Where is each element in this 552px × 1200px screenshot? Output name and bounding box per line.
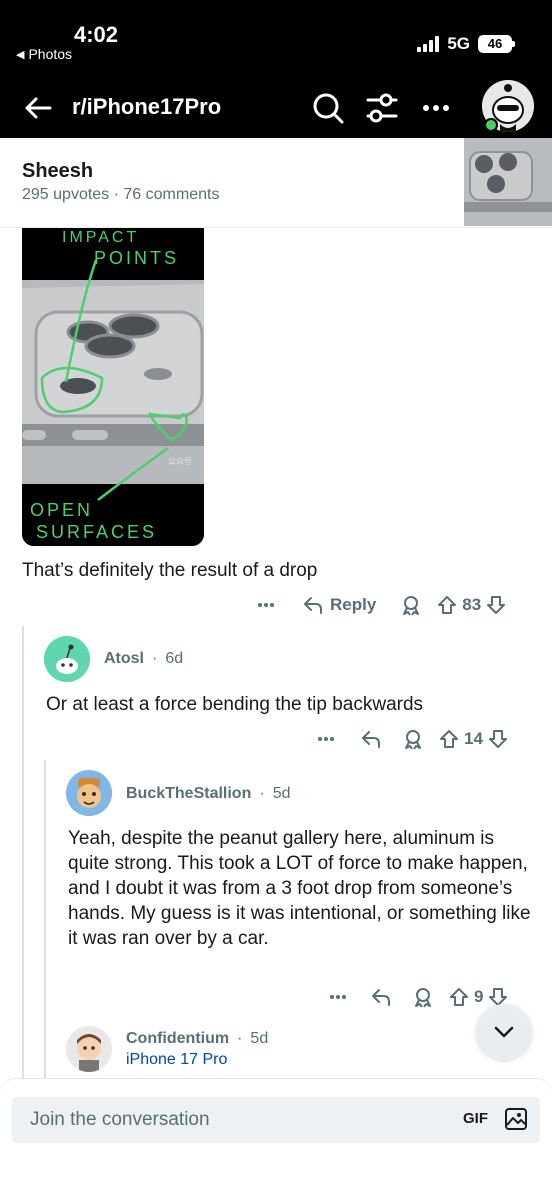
comment-age: 6d	[165, 650, 184, 667]
composer-bar: Join the conversation GIF	[0, 1078, 552, 1200]
commenter-avatar[interactable]	[66, 1026, 112, 1072]
network-type: 5G	[447, 34, 470, 53]
battery-icon: 46	[478, 35, 515, 53]
top-bar: 4:02 ◀ Photos 5G 46 r/iPhone17Pro	[0, 0, 552, 138]
more-icon[interactable]	[256, 595, 276, 615]
status-indicators: 5G 46	[417, 34, 515, 54]
app-header: r/iPhone17Pro	[0, 82, 552, 134]
more-icon[interactable]	[316, 729, 336, 749]
upvote-icon[interactable]	[436, 594, 458, 616]
post-thumbnail[interactable]	[464, 138, 552, 226]
reply-icon[interactable]	[370, 986, 392, 1008]
comment-actions: Reply 83	[256, 592, 507, 618]
next-comment-button[interactable]	[476, 1004, 532, 1060]
reply-label: Reply	[330, 595, 377, 614]
comment-text: Or at least a force bending the tip back…	[46, 694, 424, 715]
more-options-icon[interactable]	[418, 90, 454, 126]
vote-score: 83	[462, 595, 482, 614]
more-icon[interactable]	[328, 987, 348, 1007]
image-watermark: 公众号	[168, 457, 192, 466]
comment-age: 5d	[250, 1030, 269, 1047]
meta-dot: ·	[152, 650, 158, 667]
annotation-surfaces: SURFACES	[36, 522, 157, 542]
commenter-avatar[interactable]	[44, 636, 90, 682]
comment-text: Yeah, despite the peanut gallery here, a…	[68, 828, 531, 949]
online-status-dot	[484, 118, 498, 132]
signal-icon	[417, 36, 440, 52]
comment-actions: 14	[316, 726, 509, 752]
filter-icon[interactable]	[364, 90, 400, 126]
comment-actions: 9	[328, 984, 509, 1010]
vote-score: 9	[474, 987, 484, 1006]
downvote-icon[interactable]	[485, 594, 507, 616]
chevron-down-icon	[494, 1026, 514, 1038]
meta-dot: ·	[237, 1030, 243, 1047]
back-triangle-icon: ◀	[16, 48, 25, 61]
username[interactable]: Atosl	[104, 650, 144, 668]
annotation-impact: IMPACT	[62, 229, 139, 246]
thread-line[interactable]	[44, 760, 46, 1078]
back-arrow-icon[interactable]	[22, 92, 54, 124]
upvote-icon[interactable]	[438, 728, 460, 750]
commenter-avatar[interactable]	[66, 770, 112, 816]
reply-button[interactable]: Reply	[302, 594, 376, 616]
comment-text: That’s definitely the result of a drop	[22, 560, 318, 581]
award-icon[interactable]	[412, 986, 434, 1008]
comment-meta: BuckTheStallion · 5d	[126, 785, 290, 803]
thread-line[interactable]	[22, 626, 24, 1078]
reply-icon[interactable]	[360, 728, 382, 750]
back-to-app-link[interactable]: ◀ Photos	[16, 46, 72, 62]
user-flair: iPhone 17 Pro	[126, 1051, 228, 1068]
downvote-icon[interactable]	[487, 728, 509, 750]
comment-input-placeholder: Join the conversation	[30, 1109, 210, 1130]
username[interactable]: Confidentium	[126, 1030, 229, 1048]
back-app-label: Photos	[28, 46, 73, 62]
comment-input[interactable]: Join the conversation GIF	[12, 1097, 540, 1143]
comment-image[interactable]: IMPACT POINTS OPEN SURFACES 公众号	[22, 228, 204, 546]
post-meta: 295 upvotes · 76 comments	[22, 186, 220, 203]
subreddit-name[interactable]: r/iPhone17Pro	[72, 94, 221, 120]
comment-age: 5d	[272, 785, 291, 802]
reply-icon	[304, 597, 322, 614]
comment-meta: Confidentium · 5d	[126, 1030, 268, 1048]
status-time: 4:02	[74, 22, 119, 47]
search-icon[interactable]	[310, 90, 346, 126]
annotation-points: POINTS	[94, 248, 179, 268]
meta-dot: ·	[259, 785, 265, 802]
award-icon[interactable]	[402, 728, 424, 750]
annotation-open: OPEN	[30, 500, 93, 520]
image-icon[interactable]	[504, 1107, 528, 1131]
award-icon[interactable]	[400, 594, 422, 616]
post-title: Sheesh	[22, 160, 94, 182]
vote-score: 14	[464, 729, 483, 748]
comment-meta: Atosl · 6d	[104, 650, 183, 668]
username[interactable]: BuckTheStallion	[126, 785, 251, 803]
gif-button[interactable]: GIF	[463, 1110, 488, 1127]
upvote-icon[interactable]	[448, 986, 470, 1008]
